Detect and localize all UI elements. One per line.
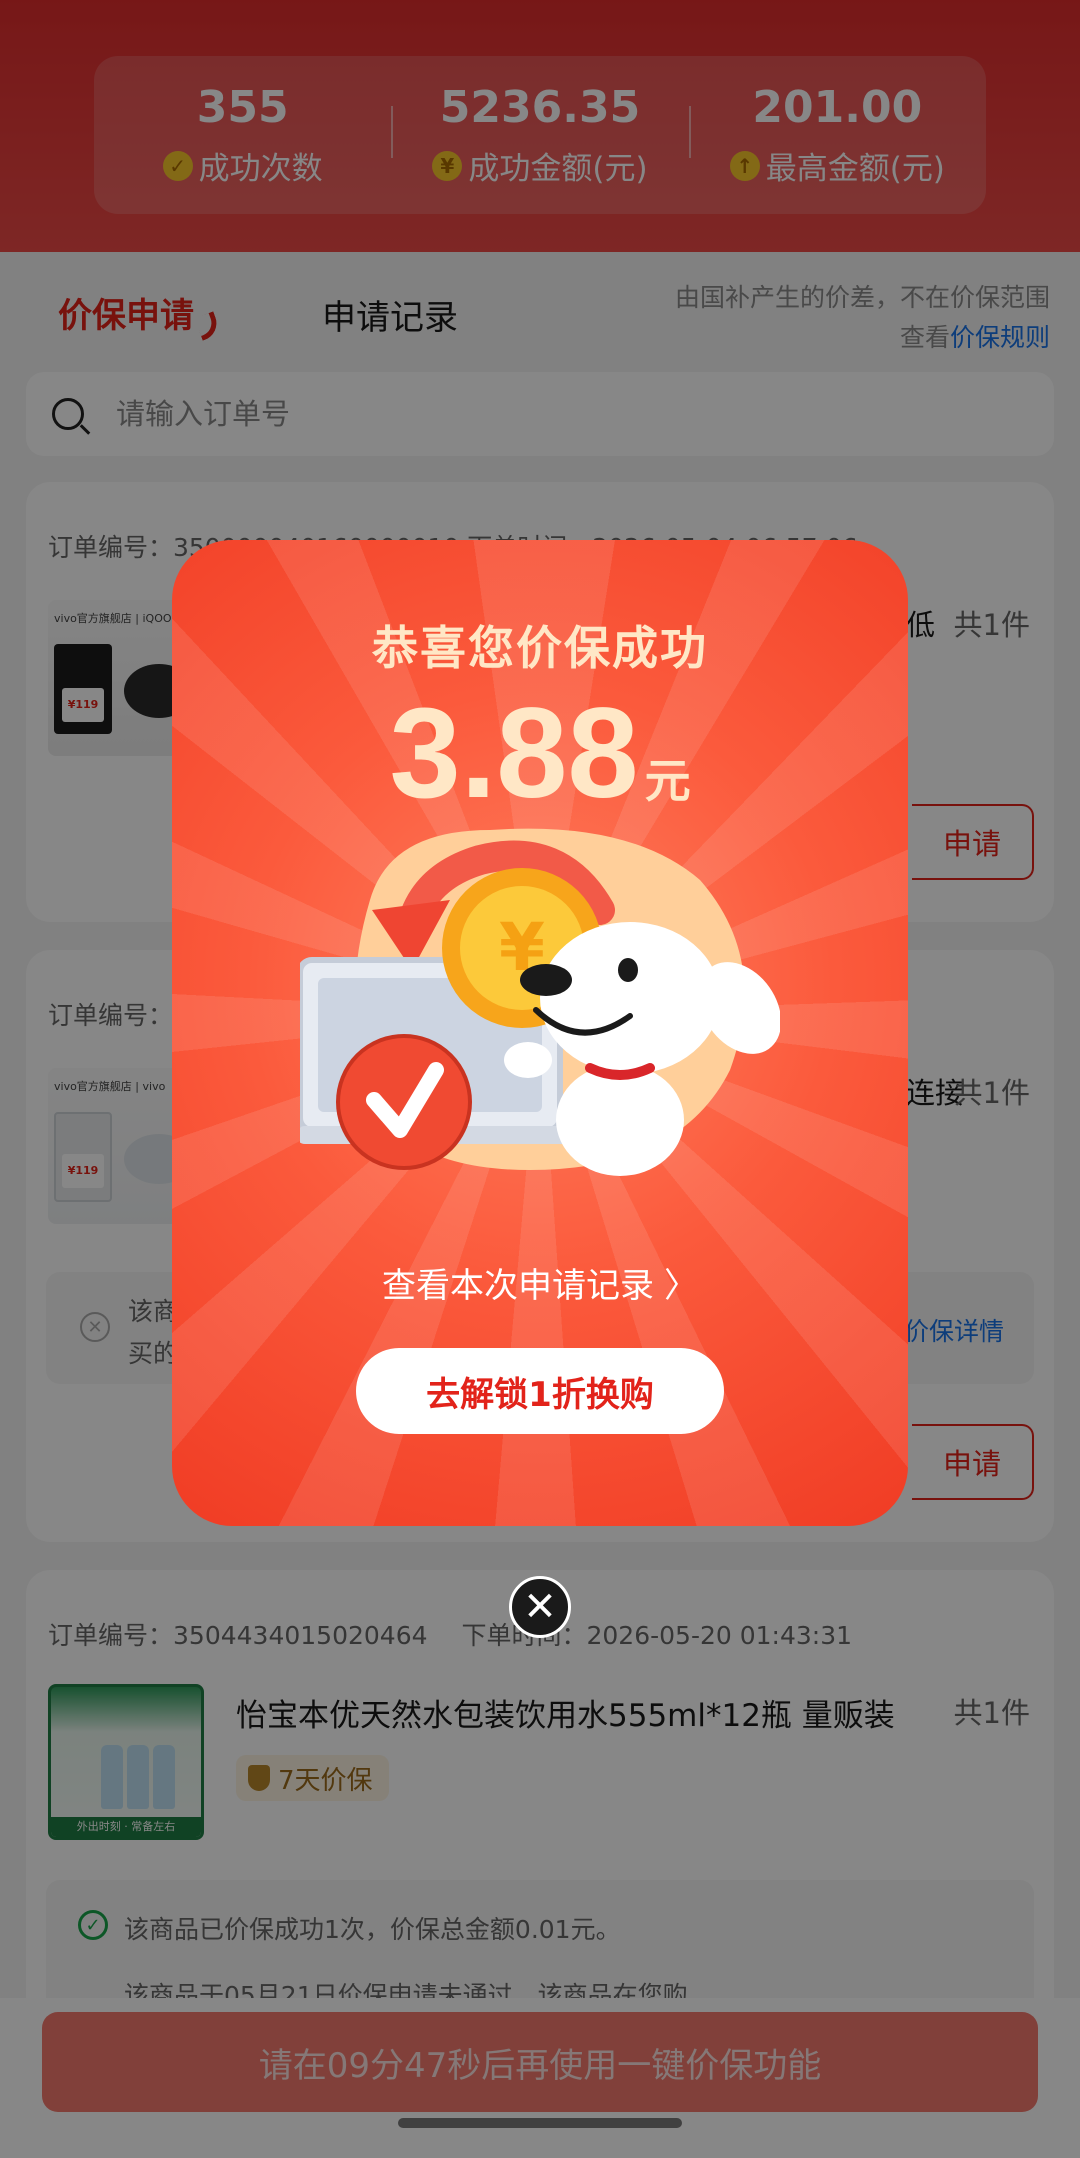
unlock-exchange-button[interactable]: 去解锁1折换购 <box>356 1348 724 1434</box>
amount-value: 3.88 <box>389 682 639 825</box>
close-icon[interactable]: ✕ <box>509 1576 571 1638</box>
success-illustration: ¥ <box>300 828 780 1176</box>
amount-unit: 元 <box>644 754 691 808</box>
success-modal: 恭喜您价保成功 3.88 元 ¥ 查看本次申请记录〉 去解锁1折换购 <box>172 540 908 1526</box>
jd-dog-mascot <box>556 1064 684 1176</box>
refund-amount: 3.88 元 <box>172 680 908 827</box>
modal-title: 恭喜您价保成功 <box>372 621 708 675</box>
check-badge-icon <box>336 1034 472 1170</box>
chevron-right-icon: 〉 <box>664 1266 698 1306</box>
view-apply-record-link[interactable]: 查看本次申请记录〉 <box>172 1258 908 1307</box>
